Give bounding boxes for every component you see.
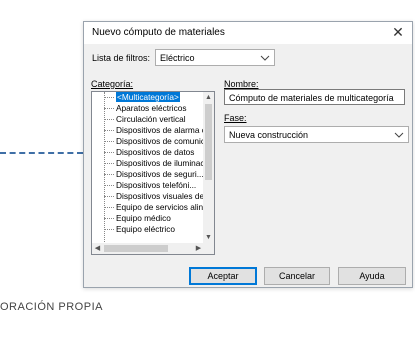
scroll-down-icon[interactable]: ▼ — [203, 232, 214, 243]
category-item[interactable]: Aparatos eléctricos — [92, 103, 204, 114]
chevron-down-icon — [260, 52, 270, 64]
category-item-label: Equipo eléctrico — [116, 224, 176, 234]
phase-select[interactable]: Nueva construcción — [224, 126, 409, 143]
category-list: <Multicategoría> Aparatos eléctricos Circu… — [92, 92, 204, 242]
category-item-label: Circulación vertical — [116, 114, 186, 124]
category-item[interactable]: Dispositivos de alarma c — [92, 125, 204, 136]
phase-value: Nueva construcción — [229, 130, 309, 140]
category-item[interactable]: Dispositivos visuales de — [92, 191, 204, 202]
category-item[interactable]: Equipo eléctrico — [92, 224, 204, 235]
scroll-left-icon[interactable]: ◀ — [92, 243, 103, 254]
category-item[interactable]: Equipo de servicios alin — [92, 202, 204, 213]
filter-list-value: Eléctrico — [160, 53, 195, 63]
scrollbar-corner — [203, 243, 214, 254]
category-item-label: <Multicategoría> — [116, 92, 180, 102]
tree-branch-line — [104, 119, 114, 120]
chevron-down-icon — [394, 129, 404, 141]
tree-branch-line — [104, 141, 114, 142]
figure-caption: ORACIÓN PROPIA — [0, 301, 103, 313]
scroll-up-icon[interactable]: ▲ — [203, 92, 214, 103]
dialog-title: Nuevo cómputo de materiales — [92, 27, 225, 38]
filter-list-select[interactable]: Eléctrico — [155, 49, 275, 66]
tree-branch-line — [104, 196, 114, 197]
name-value: Cómputo de materiales de multicategoría — [229, 93, 394, 103]
close-icon[interactable]: ✕ — [390, 24, 406, 40]
category-item-label: Equipo médico — [116, 213, 171, 223]
scroll-thumb-horizontal[interactable] — [104, 245, 168, 252]
category-item[interactable]: Equipo médico — [92, 213, 204, 224]
vertical-scrollbar[interactable]: ▲ ▼ — [203, 92, 214, 243]
tree-branch-line — [104, 163, 114, 164]
category-item-label: Dispositivos visuales de — [116, 191, 204, 201]
category-item[interactable]: Circulación vertical — [92, 114, 204, 125]
cancel-button[interactable]: Cancelar — [264, 267, 330, 285]
decorative-dashed-line — [0, 152, 83, 154]
category-item[interactable]: Dispositivos de seguri... — [92, 169, 204, 180]
tree-branch-line — [104, 229, 114, 230]
category-item[interactable]: Dispositivos de datos — [92, 147, 204, 158]
help-button[interactable]: Ayuda — [338, 267, 406, 285]
accept-button[interactable]: Aceptar — [189, 267, 257, 285]
category-item-label: Dispositivos de comunic — [116, 136, 204, 146]
horizontal-scrollbar[interactable]: ◀ ▶ — [92, 243, 204, 254]
category-item[interactable]: Dispositivos de iluminac — [92, 158, 204, 169]
tree-branch-line — [104, 218, 114, 219]
phase-label: Fase: — [224, 113, 247, 123]
category-item-label: Dispositivos telefóni... — [116, 180, 197, 190]
category-item-selected[interactable]: <Multicategoría> — [92, 92, 204, 103]
name-label: Nombre: — [224, 79, 259, 89]
tree-branch-line — [104, 97, 114, 98]
tree-branch-line — [104, 108, 114, 109]
tree-branch-line — [104, 185, 114, 186]
category-item-label: Dispositivos de seguri... — [116, 169, 204, 179]
tree-branch-line — [104, 130, 114, 131]
category-item[interactable]: Dispositivos telefóni... — [92, 180, 204, 191]
name-field[interactable]: Cómputo de materiales de multicategoría — [224, 89, 405, 105]
scroll-thumb[interactable] — [205, 104, 212, 180]
category-label: Categoría: — [91, 79, 134, 89]
category-item-label: Dispositivos de alarma c — [116, 125, 204, 135]
tree-branch-line — [104, 207, 114, 208]
tree-branch-line — [104, 152, 114, 153]
new-material-takeoff-dialog: Nuevo cómputo de materiales ✕ Lista de f… — [83, 21, 413, 288]
category-item-label: Dispositivos de datos — [116, 147, 195, 157]
dialog-titlebar: Nuevo cómputo de materiales ✕ — [84, 22, 412, 44]
filter-list-label: Lista de filtros: — [92, 53, 151, 63]
tree-branch-line — [104, 174, 114, 175]
category-item-label: Dispositivos de iluminac — [116, 158, 204, 168]
category-item-label: Equipo de servicios alin — [116, 202, 204, 212]
category-item[interactable]: Dispositivos de comunic — [92, 136, 204, 147]
category-item-label: Aparatos eléctricos — [116, 103, 187, 113]
category-tree[interactable]: <Multicategoría> Aparatos eléctricos Circu… — [91, 91, 215, 255]
